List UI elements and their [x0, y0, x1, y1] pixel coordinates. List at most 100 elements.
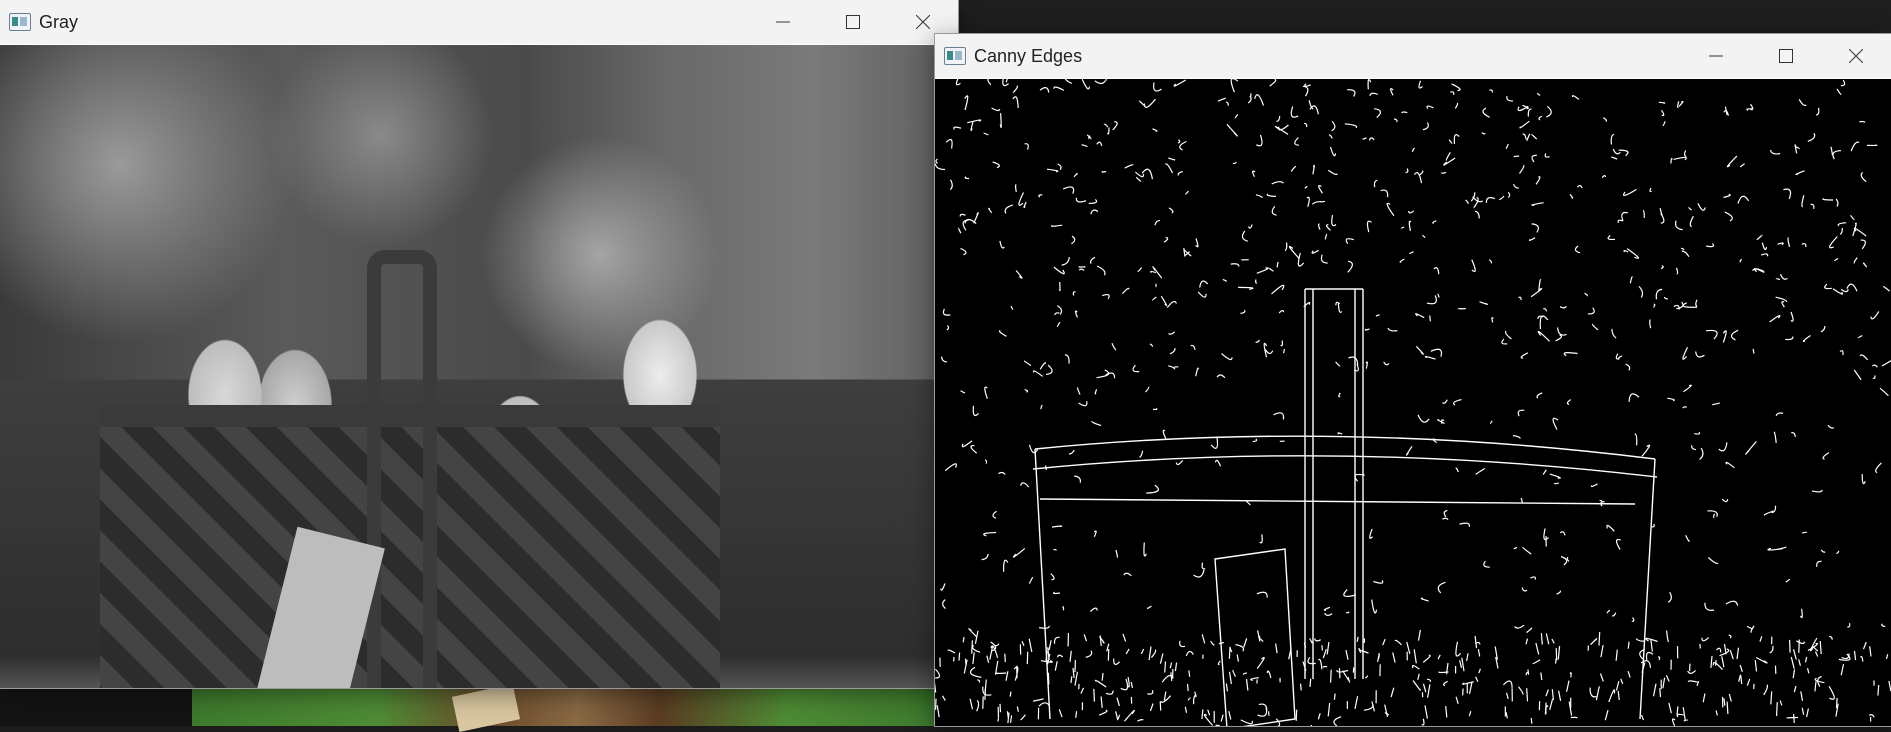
edge-stroke — [1873, 375, 1875, 378]
grass-edge-stroke — [1414, 649, 1416, 663]
gray-window[interactable]: Gray — [0, 0, 958, 688]
edge-stroke — [1747, 626, 1752, 628]
edge-stroke — [1530, 577, 1535, 580]
gray-minimize-button[interactable] — [748, 0, 818, 44]
edge-stroke — [1679, 101, 1683, 106]
grass-edge-stroke — [1331, 670, 1332, 683]
edge-stroke — [1659, 102, 1665, 103]
canny-window-titlebar[interactable]: Canny Edges — [935, 34, 1891, 78]
grass-edge-stroke — [1703, 694, 1705, 703]
edge-stroke — [1438, 294, 1440, 297]
edge-stroke — [1222, 354, 1233, 360]
grass-edge-stroke — [1841, 664, 1843, 675]
canny-minimize-button[interactable] — [1681, 34, 1751, 78]
edge-stroke — [1449, 140, 1452, 144]
edge-stroke — [1227, 124, 1237, 136]
edge-stroke — [1486, 198, 1494, 203]
edge-stroke — [1454, 400, 1462, 406]
edge-stroke — [969, 629, 977, 637]
edge-stroke — [1646, 638, 1658, 641]
grass-edge-stroke — [1700, 644, 1701, 649]
grass-edge-stroke — [1094, 689, 1095, 702]
edge-stroke — [1652, 524, 1655, 527]
edge-stroke — [1005, 205, 1013, 213]
edge-stroke — [1077, 387, 1080, 394]
edge-stroke — [1572, 96, 1578, 100]
edge-stroke — [1178, 172, 1183, 176]
edge-stroke — [1676, 221, 1683, 230]
edge-stroke — [994, 644, 999, 646]
edge-stroke — [1257, 592, 1267, 597]
edge-stroke — [1033, 699, 1043, 701]
grass-edge-stroke — [1000, 704, 1001, 712]
edge-stroke — [1537, 93, 1540, 96]
edge-stroke — [1803, 336, 1810, 342]
edge-stroke — [1499, 196, 1504, 199]
edge-stroke — [1840, 351, 1843, 355]
edge-stroke — [1560, 306, 1566, 308]
edge-stroke — [1607, 525, 1614, 531]
edge-stroke — [1003, 79, 1009, 86]
edge-stroke — [1740, 164, 1744, 167]
edge-stroke — [1443, 518, 1449, 519]
edge-stroke — [1329, 135, 1332, 139]
edge-stroke — [1683, 385, 1691, 391]
edge-stroke — [1291, 106, 1298, 117]
gray-window-titlebar[interactable]: Gray — [0, 0, 958, 44]
edge-stroke — [1147, 606, 1151, 609]
edge-stroke — [1304, 123, 1307, 127]
grass-edge-stroke — [1393, 653, 1395, 663]
edge-stroke — [1406, 169, 1408, 173]
edge-stroke — [1276, 116, 1279, 121]
edge-stroke — [1279, 311, 1284, 314]
edge-stroke — [1714, 514, 1715, 518]
edge-stroke — [1864, 263, 1867, 267]
gray-maximize-button[interactable] — [818, 0, 888, 44]
edge-stroke — [1508, 192, 1509, 197]
canny-edges-window[interactable]: Canny Edges — [935, 34, 1891, 726]
edge-stroke — [1828, 425, 1834, 428]
edge-stroke — [1425, 357, 1435, 360]
grass-edge-stroke — [1011, 715, 1012, 723]
grass-edge-stroke — [963, 637, 964, 642]
edge-stroke — [1630, 277, 1632, 283]
edge-stroke — [1796, 641, 1804, 644]
edge-stroke — [1312, 202, 1322, 205]
grass-edge-stroke — [1527, 688, 1528, 701]
edge-stroke — [1144, 543, 1146, 556]
canny-maximize-button[interactable] — [1751, 34, 1821, 78]
edge-stroke — [1185, 191, 1188, 194]
edge-stroke — [1054, 592, 1060, 593]
grass-edge-stroke — [1076, 711, 1077, 718]
edge-stroke — [961, 391, 965, 393]
edge-stroke — [1025, 144, 1029, 150]
grass-edge-stroke — [1815, 681, 1816, 691]
edge-stroke — [1575, 246, 1580, 253]
edge-stroke — [1024, 361, 1031, 366]
edge-stroke — [1851, 142, 1859, 151]
edge-stroke — [1746, 441, 1757, 454]
edge-stroke — [1000, 241, 1005, 248]
edge-stroke — [1348, 357, 1357, 365]
edge-stroke — [1124, 710, 1134, 721]
edge-stroke — [971, 122, 973, 131]
edge-stroke — [1376, 315, 1379, 317]
edge-stroke — [1816, 108, 1819, 115]
edge-stroke — [1841, 80, 1845, 85]
edge-stroke — [1717, 648, 1721, 652]
grass-edge-stroke — [1663, 678, 1665, 689]
grass-edge-stroke — [1049, 640, 1051, 650]
grass-edge-stroke — [1100, 636, 1101, 646]
edge-stroke — [1489, 260, 1491, 264]
edge-stroke — [1851, 215, 1855, 219]
grass-edge-stroke — [1418, 674, 1419, 680]
edge-stroke — [1241, 310, 1245, 313]
grass-edge-stroke — [1276, 644, 1278, 654]
grass-edge-stroke — [1616, 650, 1617, 661]
edge-stroke — [1079, 401, 1087, 406]
grass-edge-stroke — [954, 657, 955, 661]
canny-close-button[interactable] — [1821, 34, 1891, 78]
edge-stroke — [1521, 498, 1522, 502]
grass-edge-stroke — [1794, 686, 1796, 692]
edge-stroke — [1507, 96, 1513, 101]
